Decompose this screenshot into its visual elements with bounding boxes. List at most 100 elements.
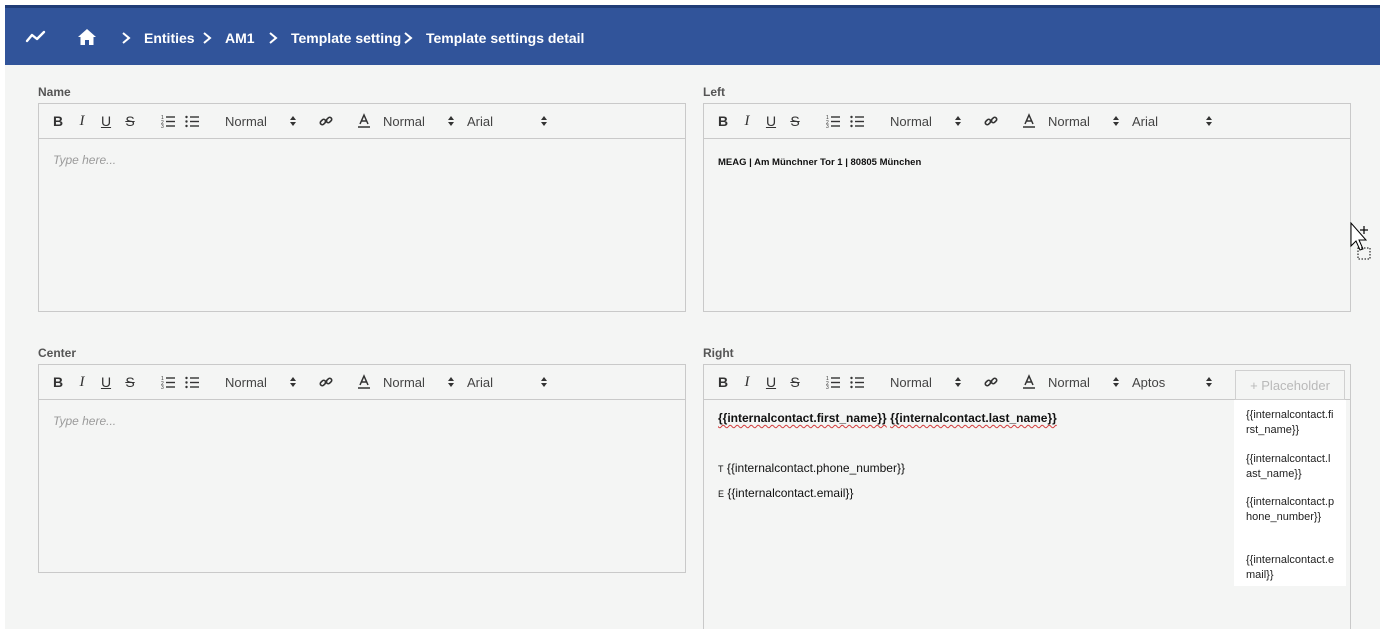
bold-button[interactable]: B (716, 113, 730, 129)
email-line: E {{internalcontact.email}} (718, 486, 853, 500)
last-name-token: {{internalcontact.last_name}} (890, 411, 1057, 425)
svg-text:3: 3 (161, 385, 164, 390)
placeholder-option[interactable]: {{internalcontact.email}} (1246, 553, 1336, 582)
name-editor-content[interactable]: Type here... (53, 151, 671, 169)
email-prefix: E (718, 489, 725, 499)
center-editor-content[interactable]: Type here... (53, 412, 671, 430)
text-color-icon[interactable] (1022, 374, 1036, 390)
email-token: {{internalcontact.email}} (727, 486, 854, 500)
style-select[interactable]: Normal (1048, 375, 1090, 390)
editor-toolbar: B I U S 123 Normal Normal Arial (39, 104, 685, 139)
strikethrough-button[interactable]: S (123, 113, 137, 129)
breadcrumb-template-setting[interactable]: Template setting (291, 30, 401, 46)
left-footer-text: MEAG | Am Münchner Tor 1 | 80805 München (718, 157, 922, 168)
select-arrows-icon (541, 116, 547, 126)
style-select[interactable]: Normal (1048, 114, 1090, 129)
select-arrows-icon (1113, 116, 1119, 126)
size-select[interactable]: Normal (225, 114, 267, 129)
font-select[interactable]: Arial (1132, 114, 1158, 129)
breadcrumb-am1[interactable]: AM1 (225, 30, 255, 46)
link-icon[interactable] (319, 374, 333, 390)
select-arrows-icon (1206, 377, 1212, 387)
italic-button[interactable]: I (75, 374, 89, 390)
ordered-list-icon[interactable]: 123 (826, 374, 840, 390)
name-editor: B I U S 123 Normal Normal Arial Type her… (38, 103, 686, 312)
chevron-right-icon (269, 32, 278, 44)
italic-button[interactable]: I (740, 113, 754, 129)
style-select[interactable]: Normal (383, 375, 425, 390)
top-header: Entities AM1 Template setting Template s… (5, 5, 1380, 65)
svg-text:3: 3 (161, 124, 164, 129)
select-arrows-icon (1113, 377, 1119, 387)
svg-text:3: 3 (826, 385, 829, 390)
bullet-list-icon[interactable] (185, 113, 199, 129)
ordered-list-icon[interactable]: 123 (161, 374, 175, 390)
ordered-list-icon[interactable]: 123 (826, 113, 840, 129)
svg-text:3: 3 (826, 124, 829, 129)
left-field-label: Left (703, 85, 725, 99)
underline-button[interactable]: U (99, 113, 113, 129)
size-select[interactable]: Normal (890, 114, 932, 129)
bold-button[interactable]: B (51, 374, 65, 390)
phone-token: {{internalcontact.phone_number}} (726, 461, 905, 475)
size-select[interactable]: Normal (225, 375, 267, 390)
chevron-right-icon (203, 32, 212, 44)
text-color-icon[interactable] (1022, 113, 1036, 129)
link-icon[interactable] (984, 113, 998, 129)
app-window: Entities AM1 Template setting Template s… (5, 5, 1380, 629)
home-icon[interactable] (77, 28, 97, 46)
font-select[interactable]: Arial (467, 375, 493, 390)
select-arrows-icon (955, 377, 961, 387)
editor-toolbar: B I U S 123 Normal Normal Arial (704, 104, 1350, 139)
center-editor: B I U S 123 Normal Normal Arial Type her… (38, 364, 686, 573)
underline-button[interactable]: U (764, 113, 778, 129)
underline-button[interactable]: U (764, 374, 778, 390)
placeholder-option[interactable]: {{internalcontact.last_name}} (1246, 452, 1336, 481)
add-placeholder-button[interactable]: + Placeholder (1235, 370, 1345, 400)
chevron-right-icon (122, 32, 131, 44)
strikethrough-button[interactable]: S (123, 374, 137, 390)
editor-placeholder: Type here... (53, 153, 117, 167)
center-field-label: Center (38, 346, 77, 360)
right-field-label: Right (703, 346, 734, 360)
placeholder-option[interactable]: {{internalcontact.phone_number}} (1246, 495, 1336, 524)
style-select[interactable]: Normal (383, 114, 425, 129)
link-icon[interactable] (319, 113, 333, 129)
strikethrough-button[interactable]: S (788, 113, 802, 129)
select-arrows-icon (448, 377, 454, 387)
select-arrows-icon (290, 116, 296, 126)
strikethrough-button[interactable]: S (788, 374, 802, 390)
phone-prefix: T (718, 464, 724, 474)
left-editor-content[interactable]: MEAG | Am Münchner Tor 1 | 80805 München (718, 152, 1336, 170)
chevron-right-icon (404, 32, 413, 44)
underline-button[interactable]: U (99, 374, 113, 390)
breadcrumb-template-settings-detail: Template settings detail (426, 30, 585, 46)
activity-logo-icon[interactable] (25, 29, 47, 45)
select-arrows-icon (1206, 116, 1212, 126)
placeholder-option[interactable]: {{internalcontact.first_name}} (1246, 408, 1336, 437)
text-color-icon[interactable] (357, 374, 371, 390)
bullet-list-icon[interactable] (850, 113, 864, 129)
font-select[interactable]: Aptos (1132, 375, 1165, 390)
name-line: {{internalcontact.first_name}} {{interna… (718, 411, 1057, 425)
first-name-token: {{internalcontact.first_name}} (718, 411, 887, 425)
select-arrows-icon (955, 116, 961, 126)
name-field-label: Name (38, 85, 71, 99)
italic-button[interactable]: I (75, 113, 89, 129)
ordered-list-icon[interactable]: 123 (161, 113, 175, 129)
left-editor: B I U S 123 Normal Normal Arial MEAG | A… (703, 103, 1351, 312)
select-arrows-icon (541, 377, 547, 387)
select-arrows-icon (290, 377, 296, 387)
breadcrumb-entities[interactable]: Entities (144, 30, 195, 46)
bullet-list-icon[interactable] (850, 374, 864, 390)
size-select[interactable]: Normal (890, 375, 932, 390)
bold-button[interactable]: B (716, 374, 730, 390)
editor-toolbar: B I U S 123 Normal Normal Arial (39, 365, 685, 400)
link-icon[interactable] (984, 374, 998, 390)
bullet-list-icon[interactable] (185, 374, 199, 390)
placeholder-menu: {{internalcontact.first_name}} {{interna… (1234, 400, 1346, 586)
text-color-icon[interactable] (357, 113, 371, 129)
italic-button[interactable]: I (740, 374, 754, 390)
bold-button[interactable]: B (51, 113, 65, 129)
font-select[interactable]: Arial (467, 114, 493, 129)
